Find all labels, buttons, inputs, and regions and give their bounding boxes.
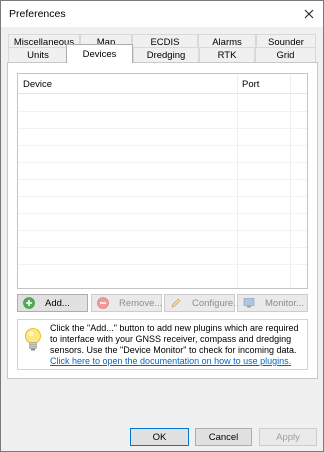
row-gridline	[18, 247, 307, 248]
column-header-port[interactable]: Port	[237, 74, 289, 94]
row-gridline	[18, 230, 307, 231]
column-header-device[interactable]: Device	[18, 74, 236, 94]
tab-devices[interactable]: Devices	[66, 44, 133, 63]
device-list[interactable]: Device Port	[17, 73, 308, 289]
close-button[interactable]	[295, 1, 323, 27]
close-icon	[304, 9, 314, 19]
remove-device-button[interactable]: Remove...	[91, 294, 162, 312]
tab-label: Units	[27, 50, 49, 61]
remove-button-label: Remove...	[119, 297, 163, 309]
configure-button-label: Configure...	[192, 297, 242, 309]
cancel-button-label: Cancel	[208, 431, 239, 443]
row-gridline	[18, 264, 307, 265]
tab-dredging[interactable]: Dredging	[133, 47, 199, 63]
plugin-info-text-block: Click the "Add..." button to add new plu…	[50, 323, 306, 367]
apply-button-label: Apply	[276, 431, 300, 443]
configure-device-button[interactable]: Configure...	[164, 294, 241, 312]
plugin-info-box: Click the "Add..." button to add new plu…	[17, 319, 308, 370]
tab-label: Dredging	[146, 50, 186, 61]
monitor-icon	[243, 298, 255, 308]
add-device-button[interactable]: Add...	[17, 294, 88, 312]
tab-units[interactable]: Units	[8, 47, 68, 63]
row-gridline	[18, 162, 307, 163]
device-list-header: Device Port	[18, 74, 307, 94]
tab-label: RTK	[217, 50, 237, 61]
row-gridline	[18, 111, 307, 112]
ok-button[interactable]: OK	[130, 428, 189, 446]
column-label: Device	[23, 78, 53, 90]
row-gridline	[18, 196, 307, 197]
row-gridline	[18, 128, 307, 129]
lightbulb-icon	[25, 328, 41, 351]
title-bar: Preferences	[1, 1, 323, 27]
tab-rtk[interactable]: RTK	[199, 47, 255, 63]
column-label: Port	[242, 78, 260, 90]
add-button-label: Add...	[45, 297, 70, 309]
row-gridline	[18, 179, 307, 180]
column-divider	[290, 74, 291, 288]
preferences-dialog: Preferences Miscellaneous Map ECDIS Alar…	[0, 0, 324, 452]
monitor-device-button[interactable]: Monitor...	[237, 294, 308, 312]
tab-grid[interactable]: Grid	[255, 47, 316, 63]
window-title: Preferences	[9, 8, 66, 20]
pencil-icon	[171, 298, 181, 308]
plus-icon	[23, 297, 35, 309]
monitor-button-label: Monitor...	[265, 297, 305, 309]
column-divider	[237, 74, 238, 288]
tab-label: Grid	[276, 50, 295, 61]
row-gridline	[18, 145, 307, 146]
plugin-info-text: Click the "Add..." button to add new plu…	[50, 323, 299, 355]
cancel-button[interactable]: Cancel	[195, 428, 252, 446]
row-gridline	[18, 213, 307, 214]
tab-label: Devices	[82, 48, 117, 60]
apply-button[interactable]: Apply	[259, 428, 317, 446]
ok-button-label: OK	[152, 431, 167, 443]
documentation-link[interactable]: Click here to open the documentation on …	[50, 356, 306, 367]
minus-icon	[97, 297, 109, 309]
